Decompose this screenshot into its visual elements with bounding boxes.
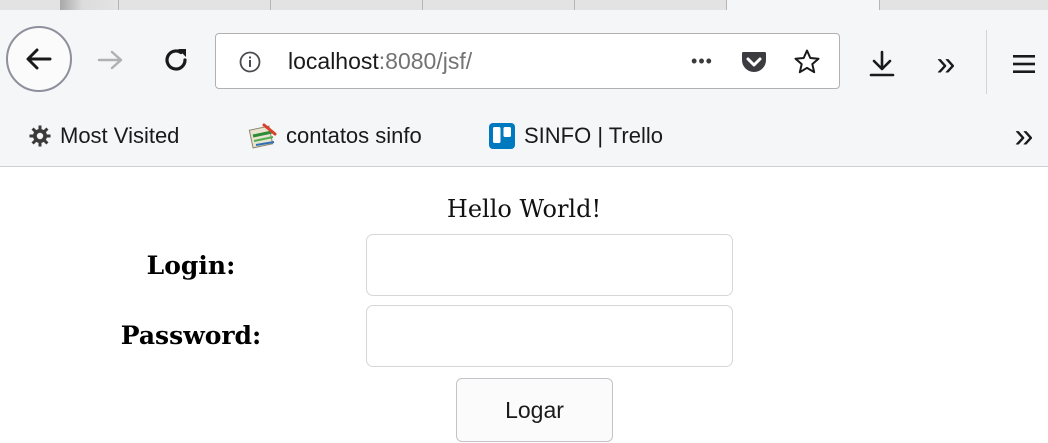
hamburger-menu-icon xyxy=(1013,55,1035,73)
login-label: Login: xyxy=(146,251,236,280)
main-menu-button[interactable] xyxy=(1004,46,1044,82)
tab-separator xyxy=(574,0,575,10)
bookmark-label: contatos sinfo xyxy=(286,123,422,148)
bookmark-label: Most Visited xyxy=(60,123,180,148)
bookmarks-toolbar: Most Visited contatos sinfo SINFO | Trel… xyxy=(0,106,1048,167)
page-actions-button[interactable]: ••• xyxy=(682,46,722,76)
downloads-button[interactable] xyxy=(864,46,900,82)
tab-edge-shadow xyxy=(60,0,116,10)
tab-separator xyxy=(422,0,423,10)
ellipsis-icon: ••• xyxy=(691,50,713,71)
bookmark-contatos-sinfo[interactable]: contatos sinfo xyxy=(248,121,422,151)
chevron-double-right-icon: » xyxy=(1014,116,1034,155)
gear-icon xyxy=(29,125,51,147)
reload-icon xyxy=(165,49,187,71)
forward-button[interactable] xyxy=(90,42,130,78)
chevron-double-right-icon: » xyxy=(936,44,956,83)
url-text[interactable]: localhost:8080/jsf/ xyxy=(288,48,472,75)
pocket-button[interactable] xyxy=(738,47,770,77)
reload-button[interactable] xyxy=(156,42,196,78)
url-path: :8080/jsf/ xyxy=(378,48,473,74)
login-input[interactable] xyxy=(366,234,733,296)
bookmark-most-visited[interactable]: Most Visited xyxy=(28,121,179,151)
url-bar[interactable]: localhost:8080/jsf/ ••• xyxy=(215,33,840,89)
password-input[interactable] xyxy=(366,305,733,367)
pocket-icon xyxy=(742,52,766,72)
site-info-button[interactable] xyxy=(236,48,264,76)
page-heading: Hello World! xyxy=(446,195,602,223)
spreadsheet-icon xyxy=(248,123,277,149)
back-arrow-icon xyxy=(26,48,52,70)
bookmark-sinfo-trello[interactable]: SINFO | Trello xyxy=(488,121,663,151)
submit-button[interactable]: Logar xyxy=(456,378,613,442)
trello-icon xyxy=(489,123,515,149)
tab-separator xyxy=(270,0,271,10)
toolbar-divider xyxy=(986,30,987,94)
bookmarks-overflow-button[interactable]: » xyxy=(1004,116,1044,155)
bookmark-star-button[interactable] xyxy=(790,46,824,78)
forward-arrow-icon xyxy=(97,50,123,70)
back-button[interactable] xyxy=(6,26,72,92)
navigation-toolbar: localhost:8080/jsf/ ••• » xyxy=(0,10,1048,106)
star-icon xyxy=(794,49,820,74)
info-icon xyxy=(239,51,261,73)
bookmark-label: SINFO | Trello xyxy=(524,123,663,148)
toolbar-overflow-button[interactable]: » xyxy=(926,44,966,84)
download-icon xyxy=(869,50,895,77)
url-host: localhost xyxy=(288,48,379,74)
tab-separator xyxy=(118,0,119,10)
password-label: Password: xyxy=(120,321,262,350)
